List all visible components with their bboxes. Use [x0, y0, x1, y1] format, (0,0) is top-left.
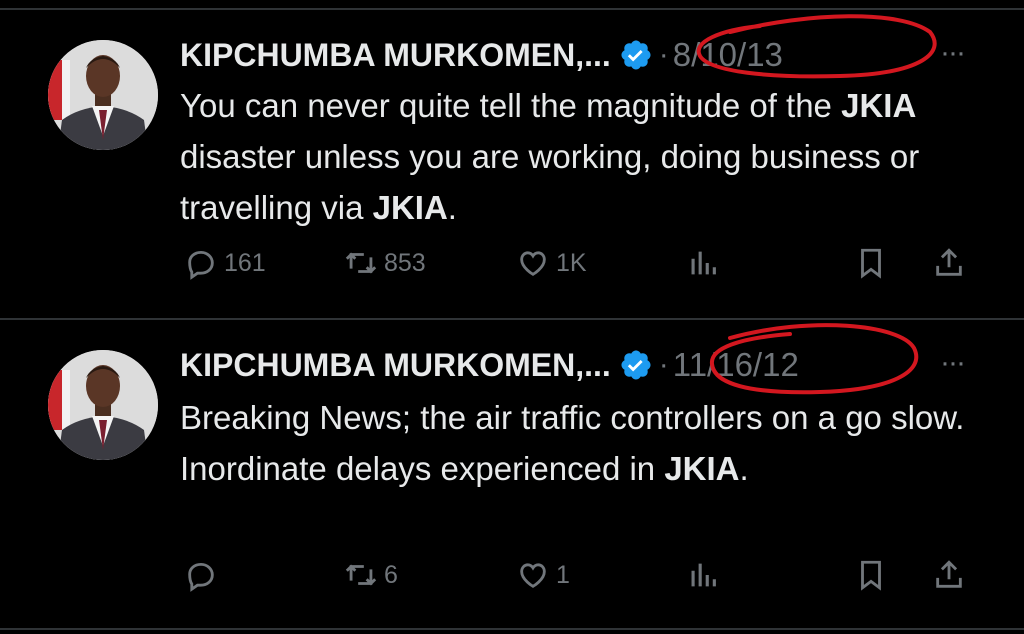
tweet-date[interactable]: 8/10/13	[673, 36, 783, 74]
repost-icon	[345, 564, 377, 586]
views-button[interactable]	[686, 558, 720, 592]
more-icon[interactable]: ···	[940, 346, 966, 380]
avatar[interactable]	[48, 350, 158, 460]
text-segment: disaster unless you are working, doing b…	[180, 138, 920, 226]
reply-icon	[188, 250, 214, 280]
like-count: 1K	[556, 248, 587, 277]
bookmark-button[interactable]	[854, 558, 888, 592]
text-segment: .	[739, 450, 749, 487]
verified-badge-icon	[621, 350, 651, 380]
tweet-header: KIPCHUMBA MURKOMEN,... · 8/10/13	[180, 30, 783, 80]
text-segment-bold: JKIA	[664, 450, 740, 487]
like-button[interactable]: 1K	[516, 246, 587, 280]
verified-badge-icon	[621, 40, 651, 70]
avatar[interactable]	[48, 40, 158, 150]
repost-count: 6	[384, 560, 398, 589]
text-segment: You can never quite tell the magnitude o…	[180, 87, 842, 124]
bookmark-icon	[861, 248, 881, 279]
repost-button[interactable]: 853	[344, 246, 426, 280]
tweet-text: You can never quite tell the magnitude o…	[180, 80, 980, 233]
text-segment: Breaking News; the air traffic controlle…	[180, 399, 965, 487]
tweet-date[interactable]: 11/16/12	[673, 346, 799, 384]
bookmark-button[interactable]	[854, 246, 888, 280]
views-icon	[691, 563, 716, 587]
like-icon	[520, 251, 546, 276]
text-segment: .	[447, 189, 457, 226]
reply-icon	[188, 562, 214, 592]
reply-count: 161	[224, 248, 266, 277]
like-button[interactable]: 1	[516, 558, 570, 592]
text-segment-bold: JKIA	[372, 189, 448, 226]
share-icon	[936, 248, 962, 276]
action-bar: 6 1	[180, 558, 980, 598]
author-name[interactable]: KIPCHUMBA MURKOMEN,...	[180, 347, 611, 384]
share-button[interactable]	[932, 558, 966, 592]
like-count: 1	[556, 560, 570, 589]
repost-count: 853	[384, 248, 426, 277]
separator-dot: ·	[658, 348, 669, 381]
reply-button[interactable]	[184, 558, 224, 592]
share-icon	[936, 560, 962, 588]
share-button[interactable]	[932, 246, 966, 280]
text-segment-bold: JKIA	[841, 87, 917, 124]
action-bar: 161 853 1K	[180, 246, 980, 286]
bookmark-icon	[861, 560, 881, 591]
repost-button[interactable]: 6	[344, 558, 398, 592]
more-icon[interactable]: ···	[940, 36, 966, 70]
tweet-header: KIPCHUMBA MURKOMEN,... · 11/16/12	[180, 340, 799, 390]
views-button[interactable]	[686, 246, 720, 280]
repost-icon	[345, 252, 377, 274]
author-name[interactable]: KIPCHUMBA MURKOMEN,...	[180, 37, 611, 74]
views-icon	[691, 251, 716, 275]
tweet-1[interactable]: KIPCHUMBA MURKOMEN,... · 8/10/13 ··· You…	[0, 10, 1024, 320]
tweet-text: Breaking News; the air traffic controlle…	[180, 392, 980, 494]
bottom-divider	[0, 628, 1024, 630]
tweet-2[interactable]: KIPCHUMBA MURKOMEN,... · 11/16/12 ··· Br…	[0, 320, 1024, 630]
like-icon	[520, 563, 546, 588]
reply-button[interactable]: 161	[184, 246, 266, 280]
separator-dot: ·	[658, 38, 669, 71]
